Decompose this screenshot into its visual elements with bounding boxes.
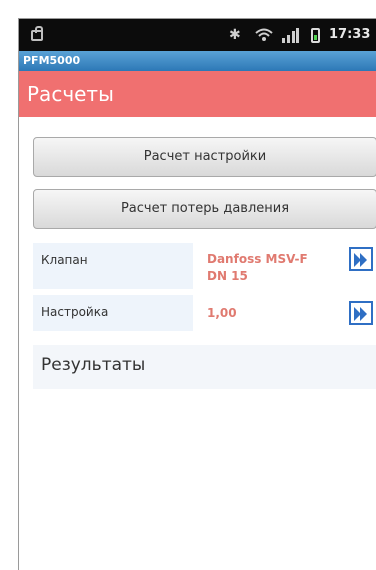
bluetooth-icon: ✱	[229, 27, 241, 43]
valve-value: Danfoss MSV-F DN 15	[207, 251, 308, 285]
screen-header: Расчеты	[19, 71, 376, 117]
shopping-bag-icon	[31, 26, 45, 42]
battery-icon	[311, 28, 320, 43]
valve-row[interactable]: Клапан Danfoss MSV-F DN 15	[33, 243, 376, 289]
app-title-bar: PFM5000	[19, 51, 376, 71]
app-name: PFM5000	[23, 54, 81, 67]
setting-label-cell: Настройка	[33, 295, 193, 331]
valve-forward-icon[interactable]	[349, 247, 373, 271]
setting-row[interactable]: Настройка 1,00	[33, 295, 376, 331]
valve-value-line2: DN 15	[207, 269, 248, 283]
wifi-icon	[255, 27, 273, 47]
setting-value: 1,00	[207, 306, 237, 320]
phone-screen: ✱ 17:33 PFM5000 Расчеты Расчет настройки…	[18, 18, 376, 570]
valve-label: Клапан	[41, 253, 88, 267]
signal-icon	[281, 27, 299, 47]
setting-forward-icon[interactable]	[349, 301, 373, 325]
status-time: 17:33	[329, 27, 371, 42]
setting-label: Настройка	[41, 305, 109, 319]
valve-label-cell: Клапан	[33, 243, 193, 289]
results-label: Результаты	[41, 355, 146, 375]
valve-value-line1: Danfoss MSV-F	[207, 252, 308, 266]
results-section: Результаты	[33, 345, 376, 389]
settings-calc-button[interactable]: Расчет настройки	[33, 137, 376, 177]
pressure-loss-calc-button[interactable]: Расчет потерь давления	[33, 189, 376, 229]
status-bar: ✱ 17:33	[19, 19, 376, 51]
screen-title: Расчеты	[27, 82, 114, 106]
